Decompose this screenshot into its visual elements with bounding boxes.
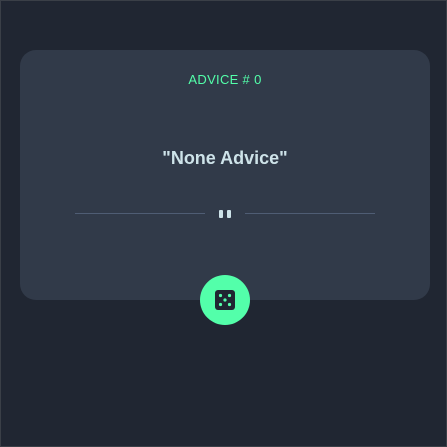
pause-divider-icon	[217, 210, 233, 218]
advice-id-label: ADVICE #	[188, 72, 251, 87]
advice-id-heading: ADVICE #0	[20, 72, 430, 87]
divider-line-left	[75, 213, 205, 214]
advice-id-number: 0	[254, 72, 262, 87]
advice-card: ADVICE #0 "None Advice"	[20, 50, 430, 300]
dice-icon	[215, 290, 235, 310]
pattern-divider	[75, 210, 375, 218]
divider-line-right	[245, 213, 375, 214]
advice-quote: "None Advice"	[162, 148, 288, 168]
generate-advice-button[interactable]	[200, 275, 250, 325]
